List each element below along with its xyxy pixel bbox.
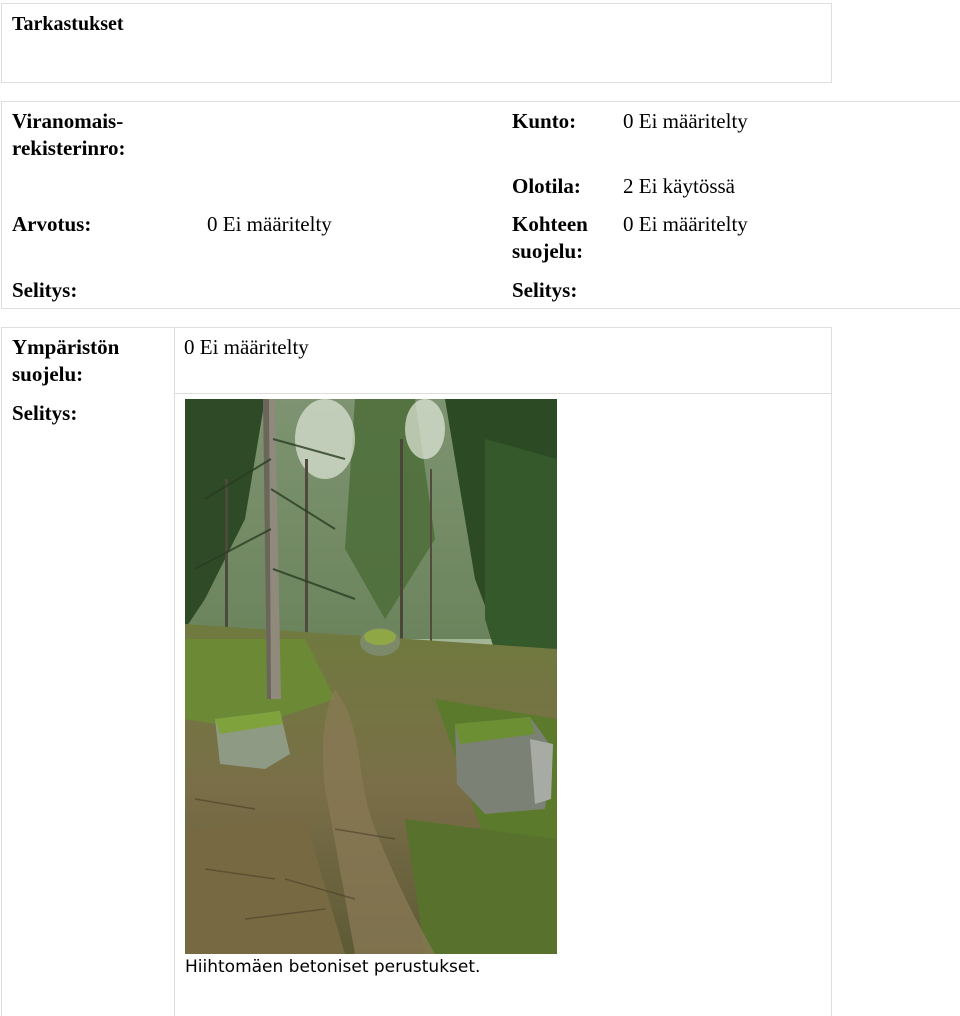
environment-protection-label: Ympäristön suojelu: [12,335,120,386]
status-bottom-border [1,308,960,309]
protection-value: 0 Ei määritelty [623,212,748,236]
state-label: Olotila: [512,174,581,198]
status-left-border [1,101,2,309]
environment-column-divider [174,327,175,1016]
environment-explanation-label: Selitys: [12,401,78,425]
forest-photo [185,399,557,954]
condition-label: Kunto: [512,109,577,133]
explanation-left-label: Selitys: [12,278,78,302]
state-value: 2 Ei käytössä [623,174,735,198]
valuation-label: Arvotus: [12,212,92,236]
section-header [1,3,832,83]
environment-protection-value: 0 Ei määritelty [184,335,309,359]
valuation-value: 0 Ei määritelty [207,212,332,236]
environment-row-divider [174,393,832,394]
status-top-border [1,101,960,102]
registry-label: Viranomais- rekisterinro: [12,109,126,160]
section-title: Tarkastukset [12,13,124,35]
explanation-right-label: Selitys: [512,278,578,302]
photo-caption: Hiihtomäen betoniset perustukset. [185,957,481,977]
protection-label: Kohteen suojelu: [512,212,588,263]
condition-value: 0 Ei määritelty [623,109,748,133]
